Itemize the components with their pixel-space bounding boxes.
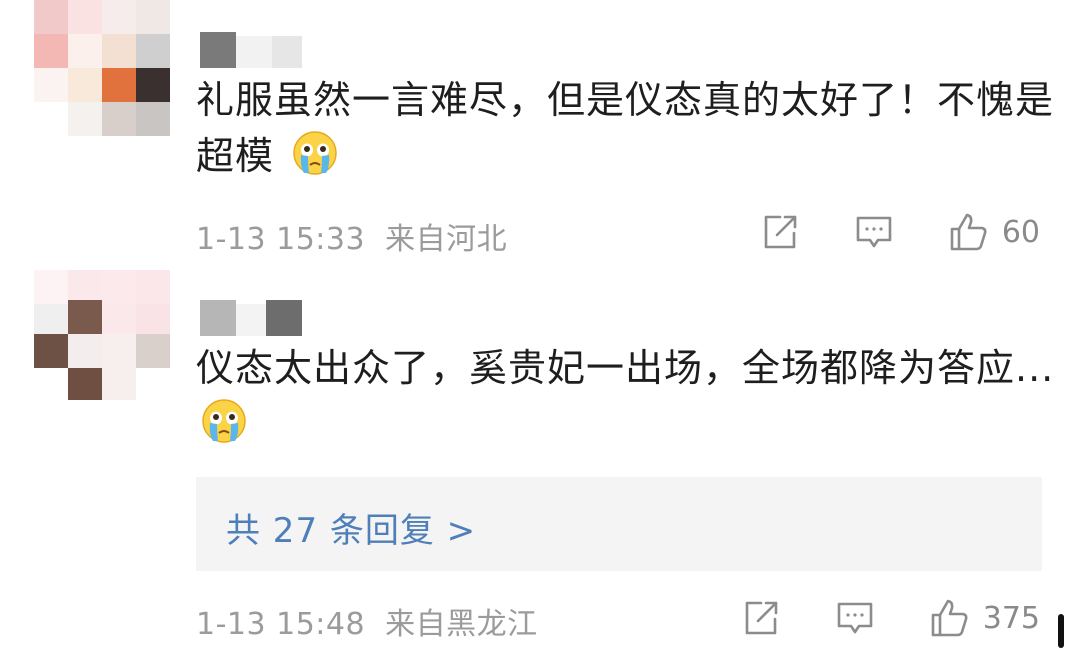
comment-meta: 1-13 15:33 来自河北 [196,214,507,258]
thumbs-up-icon[interactable] [948,212,988,252]
comment-icon[interactable] [854,212,894,252]
location: 来自河北 [385,222,508,257]
comment-actions: 60 [760,212,1040,252]
timestamp: 1-13 15:33 [196,222,366,257]
crying-face-emoji-icon [200,397,248,445]
username[interactable] [200,32,310,68]
comment-item: 礼服虽然一言难尽，但是仪态真的太好了！不愧是超模 1-13 15:33 来自河北 [0,0,1080,270]
comment-item: 仪态太出众了，奚贵妃一出场，全场都降为答应... 共 27 条回复 > 1-13… [0,270,1080,648]
scroll-indicator [1058,614,1064,648]
comment-text: 仪态太出众了，奚贵妃一出场，全场都降为答应... [196,340,1056,452]
username[interactable] [200,300,310,336]
comment-meta: 1-13 15:48 来自黑龙江 [196,599,538,643]
comment-text: 礼服虽然一言难尽，但是仪态真的太好了！不愧是超模 [196,72,1056,184]
comment-actions: 375 [741,598,1040,638]
timestamp: 1-13 15:48 [196,607,366,642]
avatar[interactable] [34,0,174,140]
share-icon[interactable] [741,598,781,638]
replies-box[interactable]: 共 27 条回复 > [196,477,1042,571]
share-icon[interactable] [760,212,800,252]
like-count: 375 [982,600,1040,636]
view-replies-link[interactable]: 共 27 条回复 > [226,503,476,552]
like-count: 60 [1001,214,1040,250]
location: 来自黑龙江 [385,607,538,642]
avatar[interactable] [34,270,174,410]
thumbs-up-icon[interactable] [929,598,969,638]
comment-body: 仪态太出众了，奚贵妃一出场，全场都降为答应... [196,346,1055,390]
comment-icon[interactable] [835,598,875,638]
crying-face-emoji-icon [291,129,339,177]
